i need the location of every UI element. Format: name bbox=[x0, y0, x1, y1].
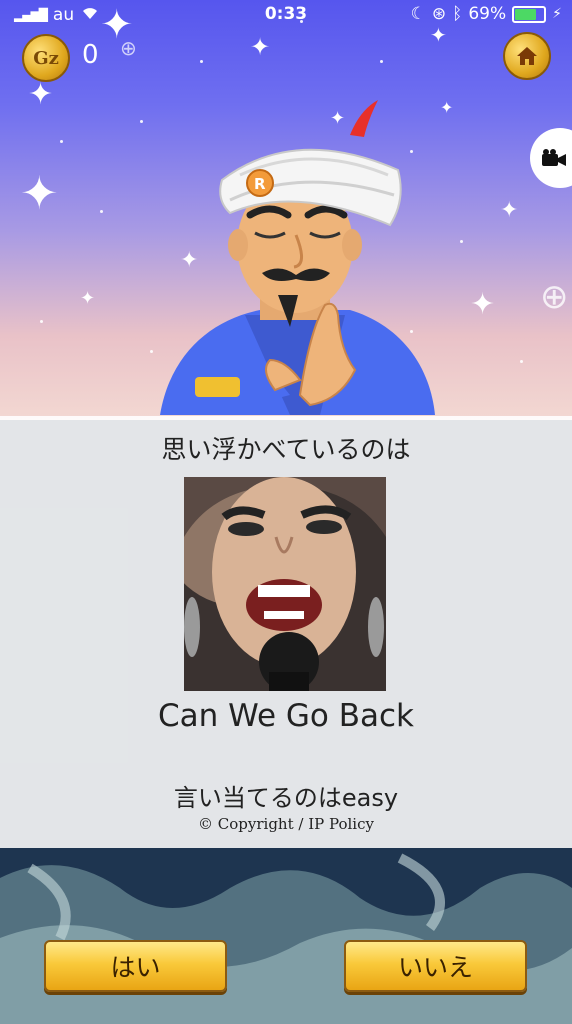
bottom-background bbox=[0, 848, 572, 1024]
charging-icon: ⚡ bbox=[552, 6, 562, 22]
orientation-lock-icon: ⊛ bbox=[431, 4, 447, 24]
sparkle-icon: ✦ bbox=[80, 288, 96, 309]
home-button[interactable] bbox=[503, 32, 551, 80]
genie-character: R bbox=[160, 100, 435, 415]
home-icon bbox=[517, 47, 537, 65]
answer-description: 言い当てるのはeasy bbox=[173, 784, 399, 812]
moon-icon: ☾ bbox=[410, 4, 426, 24]
coin-count: 0 bbox=[82, 40, 99, 70]
video-camera-icon bbox=[542, 149, 566, 166]
coin-icon[interactable]: Gz bbox=[22, 34, 70, 82]
character-photo bbox=[184, 477, 386, 691]
sparkle-icon: ✦ bbox=[250, 33, 271, 61]
no-button[interactable]: いいえ bbox=[344, 940, 527, 992]
svg-text:R: R bbox=[254, 175, 266, 193]
guess-prompt: 思い浮かべているのは bbox=[161, 435, 411, 464]
status-right: ☾ ⊛ ᛒ 69% ⚡ bbox=[411, 4, 562, 24]
answer-name: Can We Go Back bbox=[157, 698, 414, 734]
bluetooth-icon: ᛒ bbox=[452, 4, 463, 24]
sparkle-icon: ✦ bbox=[28, 77, 54, 112]
yes-button[interactable]: はい bbox=[44, 940, 227, 992]
status-bar: ▂▄▆█ au 0:33 ☾ ⊛ ᛒ 69% ⚡ bbox=[0, 0, 572, 30]
sparkle-icon: ✦ bbox=[500, 198, 519, 223]
target-sparkle-icon: ⊕ bbox=[540, 277, 569, 317]
target-sparkle-icon: ⊕ bbox=[120, 36, 137, 60]
copyright-link[interactable]: © Copyright / IP Policy bbox=[0, 815, 572, 833]
sparkle-icon: ✦ bbox=[440, 98, 454, 117]
character-photo-image bbox=[184, 477, 386, 691]
sparkle-icon: ✦ bbox=[470, 287, 496, 322]
battery-percent: 69% bbox=[468, 4, 507, 24]
battery-icon bbox=[512, 5, 547, 23]
sparkle-icon: ✦ bbox=[20, 166, 59, 220]
